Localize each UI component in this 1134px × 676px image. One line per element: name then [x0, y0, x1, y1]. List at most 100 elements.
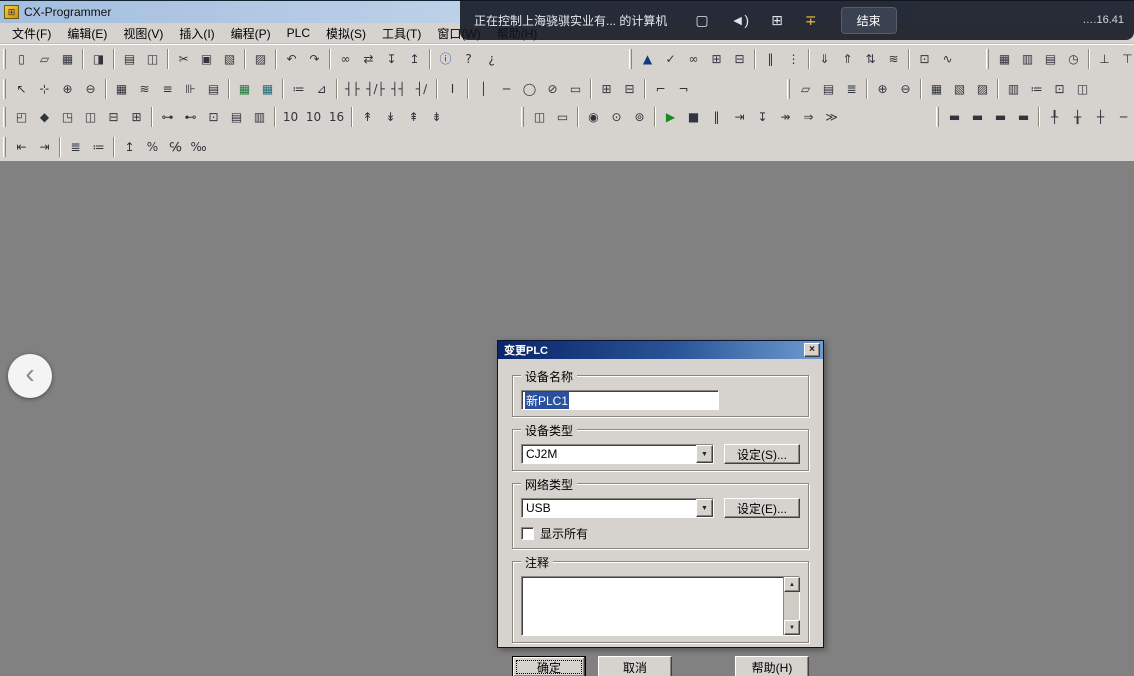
- freeze-button[interactable]: ⋮: [782, 48, 805, 70]
- copy-button[interactable]: ▣: [195, 48, 218, 70]
- toolbar-grip[interactable]: [629, 49, 632, 69]
- ok-button[interactable]: 确定: [512, 656, 586, 676]
- project-view-button[interactable]: ⊡: [202, 106, 225, 128]
- force-off-button[interactable]: ⊤: [1116, 48, 1134, 70]
- plc-settings-button[interactable]: ▤: [1039, 48, 1062, 70]
- work-online-button[interactable]: ◉: [582, 106, 605, 128]
- block-end-button[interactable]: ¬: [672, 78, 695, 100]
- address-view-1-button[interactable]: ▦: [925, 78, 948, 100]
- plc-memory-button[interactable]: ▥: [1016, 48, 1039, 70]
- toolbar-grip[interactable]: [936, 107, 939, 127]
- plc-clock-button[interactable]: ◷: [1062, 48, 1085, 70]
- rung-list-button[interactable]: ≣: [64, 136, 87, 158]
- value-up-button[interactable]: ↥: [118, 136, 141, 158]
- text-cursor-button[interactable]: I: [441, 78, 464, 100]
- force-on-button[interactable]: ⊥: [1093, 48, 1116, 70]
- compare-with-plc-button[interactable]: ⇅: [859, 48, 882, 70]
- block-start-button[interactable]: ⌐: [649, 78, 672, 100]
- volume-icon[interactable]: ◄): [731, 12, 750, 28]
- menu-view[interactable]: 视图(V): [115, 23, 171, 44]
- local-symbols-button[interactable]: ▦: [256, 78, 279, 100]
- memory-2-button[interactable]: ▬: [966, 106, 989, 128]
- monitor-data-button[interactable]: ⊡: [913, 48, 936, 70]
- time-chart-button[interactable]: ∿: [936, 48, 959, 70]
- menu-edit[interactable]: 编辑(E): [59, 23, 115, 44]
- watch-sheet-button[interactable]: ◫: [528, 106, 551, 128]
- compile-button[interactable]: ▲: [636, 48, 659, 70]
- show-comments-button[interactable]: ≡: [156, 78, 179, 100]
- tile-horizontal-button[interactable]: ◫: [79, 106, 102, 128]
- menu-insert[interactable]: 插入(I): [171, 23, 222, 44]
- skip-button[interactable]: ≫: [820, 106, 843, 128]
- force-reset-button[interactable]: ⊖: [894, 78, 917, 100]
- step-over-button[interactable]: ↠: [774, 106, 797, 128]
- sim-pause-button[interactable]: ‖: [705, 106, 728, 128]
- zoom-50-button[interactable]: %: [141, 136, 164, 158]
- memory-view-button[interactable]: ◫: [1071, 78, 1094, 100]
- output-view-button[interactable]: ▤: [225, 106, 248, 128]
- force-set-button[interactable]: ⊕: [871, 78, 894, 100]
- ladder-view-button[interactable]: ⊿: [310, 78, 333, 100]
- watch-sheet-view-button[interactable]: ▥: [248, 106, 271, 128]
- new-closed-coil-button[interactable]: ⊘: [541, 78, 564, 100]
- toolbar-grip[interactable]: [3, 137, 6, 157]
- function-block-button[interactable]: ⊞: [595, 78, 618, 100]
- unlink-button[interactable]: ⊷: [179, 106, 202, 128]
- memory-3-button[interactable]: ▬: [989, 106, 1012, 128]
- replace-button[interactable]: ⇄: [357, 48, 380, 70]
- bookmark-button[interactable]: ◆: [33, 106, 56, 128]
- dialog-titlebar[interactable]: 变更PLC ×: [498, 341, 823, 359]
- step-run-button[interactable]: ⇥: [728, 106, 751, 128]
- symbol-table-button[interactable]: ▦: [233, 78, 256, 100]
- link-button[interactable]: ⊶: [156, 106, 179, 128]
- section-list-button[interactable]: ▤: [817, 78, 840, 100]
- menu-program[interactable]: 编程(P): [223, 23, 279, 44]
- online-edit-button[interactable]: ✓: [659, 48, 682, 70]
- cut-button[interactable]: ✂: [172, 48, 195, 70]
- jump-next-button[interactable]: ⇟: [425, 106, 448, 128]
- go-next-button[interactable]: ↡: [379, 106, 402, 128]
- show-wires-button[interactable]: ≋: [133, 78, 156, 100]
- show-all-checkbox[interactable]: [521, 527, 534, 540]
- find-next-button[interactable]: ↧: [380, 48, 403, 70]
- menu-simulate[interactable]: 模拟(S): [318, 23, 374, 44]
- zoom-custom-button[interactable]: ‰: [187, 136, 210, 158]
- tile-vertical-button[interactable]: ⊟: [102, 106, 125, 128]
- back-button[interactable]: ‹: [8, 354, 52, 398]
- new-or-contact-button[interactable]: ┤┤: [387, 78, 410, 100]
- help-button[interactable]: 帮助(H): [735, 656, 809, 676]
- view-style-button[interactable]: ▤: [202, 78, 225, 100]
- hex-button[interactable]: 16: [325, 106, 348, 128]
- network-type-combo[interactable]: USB ▼: [521, 498, 714, 518]
- toolbar-grip[interactable]: [3, 79, 6, 99]
- new-vertical-button[interactable]: │: [472, 78, 495, 100]
- memory-4-button[interactable]: ▬: [1012, 106, 1035, 128]
- menu-file[interactable]: 文件(F): [4, 23, 59, 44]
- menu-tools[interactable]: 工具(T): [374, 23, 429, 44]
- paste-object-button[interactable]: ▨: [249, 48, 272, 70]
- cross-reference-button[interactable]: ⊟: [728, 48, 751, 70]
- show-rungs-button[interactable]: ⊪: [179, 78, 202, 100]
- print-button[interactable]: ▤: [118, 48, 141, 70]
- comment-textarea[interactable]: ▲ ▼: [521, 576, 800, 636]
- new-closed-contact-button[interactable]: ┤/├: [364, 78, 387, 100]
- scroll-down-icon[interactable]: ▼: [784, 620, 800, 635]
- toolbar-grip[interactable]: [3, 49, 6, 69]
- network-type-settings-button[interactable]: 设定(E)...: [724, 498, 800, 518]
- close-icon[interactable]: ×: [804, 343, 820, 357]
- find-button[interactable]: ∞: [334, 48, 357, 70]
- zoom-in-button[interactable]: ⊕: [56, 78, 79, 100]
- indent-button[interactable]: ⇥: [33, 136, 56, 158]
- device-type-combo[interactable]: CJ2M ▼: [521, 444, 714, 464]
- toolbar-grip[interactable]: [787, 79, 790, 99]
- address-view-3-button[interactable]: ▨: [971, 78, 994, 100]
- save-file-button[interactable]: ▦: [56, 48, 79, 70]
- zoom-out-button[interactable]: ⊖: [79, 78, 102, 100]
- scroll-up-icon[interactable]: ▲: [784, 577, 800, 592]
- mnemonic-view-button[interactable]: ≔: [287, 78, 310, 100]
- io-table-button[interactable]: ▦: [993, 48, 1016, 70]
- new-contact-button[interactable]: ┤├: [341, 78, 364, 100]
- network-icon[interactable]: ∓: [805, 12, 817, 29]
- zoom-100-button[interactable]: ℅: [164, 136, 187, 158]
- new-horizontal-button[interactable]: ─: [495, 78, 518, 100]
